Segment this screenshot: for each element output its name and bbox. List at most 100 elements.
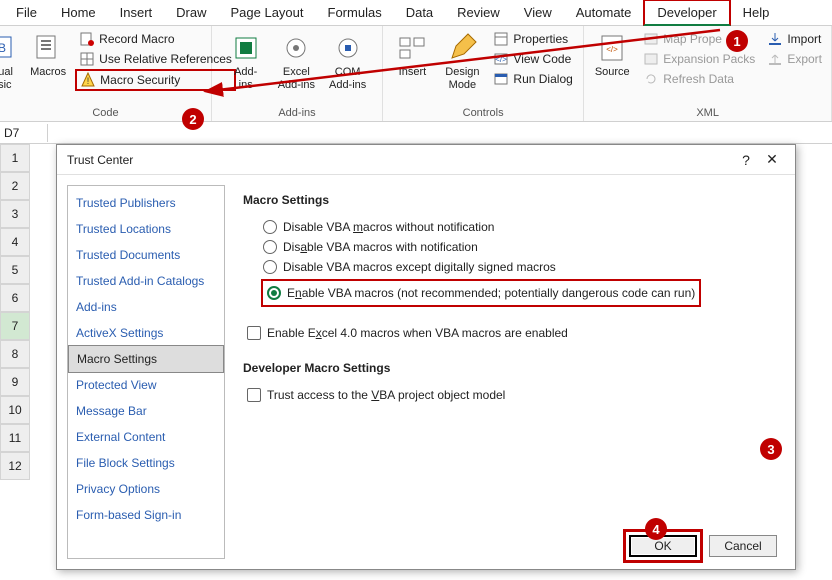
group-label-addins: Add-ins bbox=[278, 107, 315, 119]
check-trust-vba-project[interactable]: Trust access to the VBA project object m… bbox=[243, 385, 777, 405]
group-code: VB VisualBasic Macros Record Macro Use R… bbox=[0, 26, 212, 121]
close-button[interactable]: ✕ bbox=[759, 151, 785, 168]
gear-icon bbox=[280, 32, 312, 64]
group-controls: Insert DesignMode Properties </> View Co… bbox=[383, 26, 584, 121]
tab-formulas[interactable]: Formulas bbox=[316, 1, 394, 24]
controls-icon bbox=[396, 32, 428, 64]
radio-disable-except-signed[interactable]: Disable VBA macros except digitally sign… bbox=[261, 257, 777, 277]
nav-item-macro-settings[interactable]: Macro Settings bbox=[68, 345, 224, 373]
tab-automate[interactable]: Automate bbox=[564, 1, 644, 24]
radio-enable-vba-macros[interactable]: Enable VBA macros (not recommended; pote… bbox=[265, 283, 697, 303]
view-code-button[interactable]: </> View Code bbox=[490, 50, 575, 68]
expansion-packs-button[interactable]: Expansion Packs bbox=[640, 50, 758, 68]
record-icon bbox=[79, 31, 95, 47]
formula-bar-row: D7 bbox=[0, 122, 832, 144]
macros-icon bbox=[32, 32, 64, 64]
row-header[interactable]: 12 bbox=[0, 452, 30, 480]
tab-page-layout[interactable]: Page Layout bbox=[219, 1, 316, 24]
run-dialog-button[interactable]: Run Dialog bbox=[490, 70, 575, 88]
ribbon: VB VisualBasic Macros Record Macro Use R… bbox=[0, 26, 832, 122]
nav-item-file-block-settings[interactable]: File Block Settings bbox=[68, 450, 224, 476]
nav-item-privacy-options[interactable]: Privacy Options bbox=[68, 476, 224, 502]
tab-help[interactable]: Help bbox=[731, 1, 782, 24]
svg-text:!: ! bbox=[87, 76, 90, 86]
badge-1: 1 bbox=[726, 30, 748, 52]
row-header[interactable]: 6 bbox=[0, 284, 30, 312]
grid-icon bbox=[79, 51, 95, 67]
nav-item-trusted-add-in-catalogs[interactable]: Trusted Add-in Catalogs bbox=[68, 268, 224, 294]
nav-item-message-bar[interactable]: Message Bar bbox=[68, 398, 224, 424]
tab-review[interactable]: Review bbox=[445, 1, 512, 24]
nav-item-trusted-locations[interactable]: Trusted Locations bbox=[68, 216, 224, 242]
addins-icon bbox=[230, 32, 262, 64]
tab-draw[interactable]: Draw bbox=[164, 1, 218, 24]
insert-controls-button[interactable]: Insert bbox=[390, 30, 434, 81]
group-label-controls: Controls bbox=[463, 107, 504, 119]
design-mode-button[interactable]: DesignMode bbox=[440, 30, 484, 94]
tab-file[interactable]: File bbox=[4, 1, 49, 24]
export-icon bbox=[767, 51, 783, 67]
group-label-code: Code bbox=[92, 107, 118, 119]
row-header[interactable]: 1 bbox=[0, 144, 30, 172]
row-header[interactable]: 4 bbox=[0, 228, 30, 256]
nav-item-trusted-publishers[interactable]: Trusted Publishers bbox=[68, 190, 224, 216]
import-button[interactable]: Import bbox=[764, 30, 825, 48]
section-macro-settings: Macro Settings bbox=[243, 193, 777, 207]
tab-view[interactable]: View bbox=[512, 1, 564, 24]
nav-item-form-based-sign-in[interactable]: Form-based Sign-in bbox=[68, 502, 224, 528]
properties-button[interactable]: Properties bbox=[490, 30, 575, 48]
cancel-button[interactable]: Cancel bbox=[709, 535, 777, 557]
badge-4: 4 bbox=[645, 518, 667, 540]
tab-data[interactable]: Data bbox=[394, 1, 445, 24]
nav-item-external-content[interactable]: External Content bbox=[68, 424, 224, 450]
trust-center-dialog: Trust Center ? ✕ Trusted PublishersTrust… bbox=[56, 144, 796, 570]
nav-item-protected-view[interactable]: Protected View bbox=[68, 372, 224, 398]
row-header[interactable]: 5 bbox=[0, 256, 30, 284]
import-icon bbox=[767, 31, 783, 47]
visual-basic-button[interactable]: VB VisualBasic bbox=[0, 30, 20, 94]
com-addins-icon bbox=[332, 32, 364, 64]
badge-2: 2 bbox=[182, 108, 204, 130]
row-header[interactable]: 9 bbox=[0, 368, 30, 396]
row-header[interactable]: 3 bbox=[0, 200, 30, 228]
com-addins-button[interactable]: COMAdd-ins bbox=[325, 30, 370, 94]
nav-item-add-ins[interactable]: Add-ins bbox=[68, 294, 224, 320]
section-developer-macro-settings: Developer Macro Settings bbox=[243, 361, 777, 375]
design-mode-icon bbox=[446, 32, 478, 64]
ok-button[interactable]: OK bbox=[629, 535, 697, 557]
radio-disable-no-notif[interactable]: Disable VBA macros without notification bbox=[261, 217, 777, 237]
source-icon: </> bbox=[596, 32, 628, 64]
dialog-title: Trust Center bbox=[67, 153, 133, 167]
excel-addins-button[interactable]: ExcelAdd-ins bbox=[274, 30, 319, 94]
svg-text:</>: </> bbox=[606, 45, 618, 54]
check-enable-excel4-macros[interactable]: Enable Excel 4.0 macros when VBA macros … bbox=[243, 323, 777, 343]
row-header[interactable]: 10 bbox=[0, 396, 30, 424]
visual-basic-icon: VB bbox=[0, 32, 14, 64]
nav-item-trusted-documents[interactable]: Trusted Documents bbox=[68, 242, 224, 268]
export-button[interactable]: Export bbox=[764, 50, 825, 68]
map-properties-icon bbox=[643, 31, 659, 47]
view-code-icon: </> bbox=[493, 51, 509, 67]
group-xml: </> Source Map Prope Expansion Packs Ref… bbox=[584, 26, 832, 121]
badge-3: 3 bbox=[760, 438, 782, 460]
nav-item-activex-settings[interactable]: ActiveX Settings bbox=[68, 320, 224, 346]
svg-text:VB: VB bbox=[0, 41, 6, 55]
row-header[interactable]: 8 bbox=[0, 340, 30, 368]
radio-disable-with-notif[interactable]: Disable VBA macros with notification bbox=[261, 237, 777, 257]
tab-developer[interactable]: Developer bbox=[643, 0, 730, 26]
run-dialog-icon bbox=[493, 71, 509, 87]
dialog-main: Macro Settings Disable VBA macros withou… bbox=[225, 175, 795, 569]
row-header[interactable]: 7 bbox=[0, 312, 30, 340]
refresh-data-button[interactable]: Refresh Data bbox=[640, 70, 758, 88]
addins-button[interactable]: Add-ins bbox=[224, 30, 268, 94]
help-button[interactable]: ? bbox=[733, 152, 759, 168]
tab-home[interactable]: Home bbox=[49, 1, 108, 24]
name-box[interactable]: D7 bbox=[0, 124, 48, 142]
row-header[interactable]: 11 bbox=[0, 424, 30, 452]
refresh-icon bbox=[643, 71, 659, 87]
row-header[interactable]: 2 bbox=[0, 172, 30, 200]
tab-insert[interactable]: Insert bbox=[108, 1, 165, 24]
macros-button[interactable]: Macros bbox=[26, 30, 70, 81]
source-button[interactable]: </> Source bbox=[590, 30, 634, 81]
shield-warning-icon: ! bbox=[80, 72, 96, 88]
